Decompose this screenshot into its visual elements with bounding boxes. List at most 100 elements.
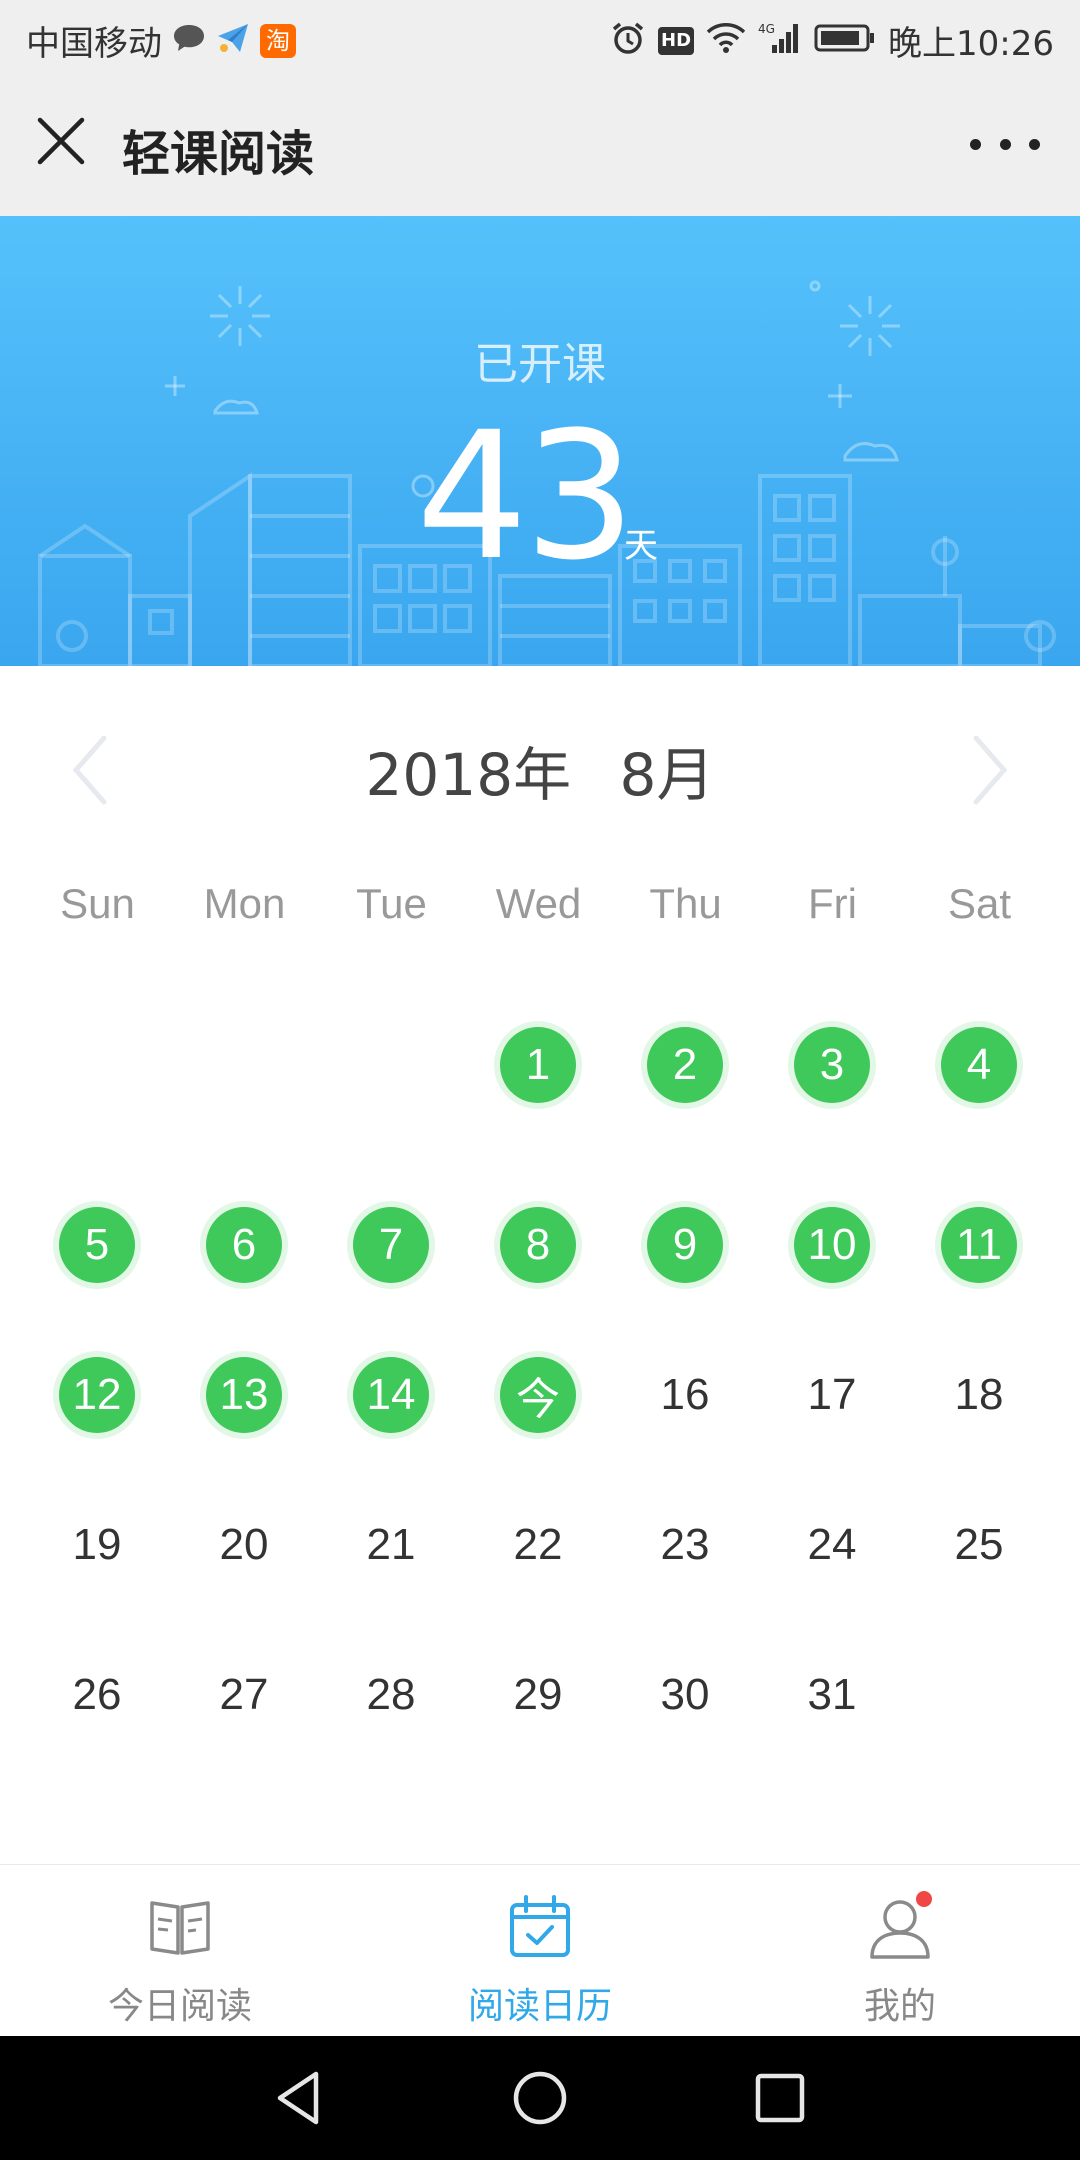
calendar-day-number: 27 [219, 1670, 269, 1719]
calendar-day-number: 16 [660, 1370, 710, 1419]
calendar-day-number: 5 [84, 1220, 110, 1269]
status-bar: 中国移动 淘 HD 4G 晚上10:26 [0, 0, 1080, 74]
tab-mine-label: 我的 [863, 1986, 936, 2027]
weekday-fri: Fri [808, 880, 857, 927]
calendar-day-number: 31 [807, 1670, 857, 1719]
calendar-day-number: 6 [231, 1220, 257, 1269]
calendar-day-number: 13 [219, 1370, 269, 1419]
system-recents-button[interactable] [748, 2066, 812, 2130]
system-back-button[interactable] [268, 2066, 332, 2130]
course-started-label: 已开课 [474, 339, 606, 390]
title-bar: 轻课阅读 [0, 74, 1080, 216]
calendar-day[interactable]: 28 [341, 1645, 441, 1745]
weekday-sat: Sat [947, 880, 1012, 927]
calendar-day[interactable]: 4 [929, 1015, 1029, 1115]
notification-dot [916, 1891, 932, 1907]
recents-icon [755, 2073, 805, 2123]
calendar-day[interactable]: 26 [47, 1645, 147, 1745]
more-dot-icon [970, 138, 981, 150]
tab-mine[interactable]: 我的 [720, 1865, 1080, 2037]
wifi-icon [706, 22, 746, 59]
system-navigation-bar [0, 2036, 1080, 2160]
calendar-day-number: 29 [513, 1670, 563, 1719]
tab-today-reading-label: 今日阅读 [107, 1986, 252, 2027]
calendar-day[interactable]: 5 [47, 1195, 147, 1295]
calendar-day[interactable]: 31 [782, 1645, 882, 1745]
calendar-day[interactable]: 30 [635, 1645, 735, 1745]
course-days-count: 43 [416, 394, 636, 599]
open-book-icon [150, 1901, 210, 1955]
calendar-day[interactable]: 20 [194, 1495, 294, 1595]
tab-today-reading[interactable]: 今日阅读 [0, 1865, 360, 2037]
calendar-day-number: 7 [378, 1220, 404, 1269]
calendar-day[interactable]: 25 [929, 1495, 1029, 1595]
calendar-day-number: 2 [672, 1040, 698, 1089]
svg-text:4G: 4G [758, 22, 775, 36]
next-month-button[interactable] [960, 730, 1020, 810]
system-home-button[interactable] [508, 2066, 572, 2130]
calendar-day[interactable]: 14 [341, 1345, 441, 1445]
calendar-day-number: 22 [513, 1520, 563, 1569]
hd-call-badge: HD [658, 26, 695, 55]
calendar-day-number: 14 [366, 1370, 416, 1419]
calendar-day[interactable]: 21 [341, 1495, 441, 1595]
battery-icon [814, 23, 876, 58]
close-icon [37, 117, 85, 165]
bottom-tab-bar: 今日阅读 阅读日历 我的 [0, 1864, 1080, 2036]
month-title: 2018年 8月 [365, 741, 715, 809]
calendar-day[interactable]: 6 [194, 1195, 294, 1295]
weekday-wed: Wed [495, 880, 582, 927]
calendar-day-number: 24 [807, 1520, 857, 1569]
calendar-day-number: 25 [954, 1520, 1004, 1569]
calendar-day[interactable]: 19 [47, 1495, 147, 1595]
calendar-day[interactable]: 22 [488, 1495, 588, 1595]
calendar-day[interactable]: 8 [488, 1195, 588, 1295]
calendar-day[interactable]: 9 [635, 1195, 735, 1295]
more-dot-icon [999, 138, 1011, 150]
calendar-day-number: 18 [954, 1370, 1004, 1419]
calendar-day-number: 23 [660, 1520, 710, 1569]
carrier-name: 中国移动 [26, 24, 162, 64]
calendar-day[interactable]: 24 [782, 1495, 882, 1595]
calendar-day-number: 1 [525, 1040, 551, 1089]
status-left: 中国移动 淘 [26, 16, 296, 65]
calendar-day-number: 30 [660, 1670, 710, 1719]
calendar-day[interactable]: 2 [635, 1015, 735, 1115]
calendar-day[interactable]: 10 [782, 1195, 882, 1295]
calendar-day-number: 28 [366, 1670, 416, 1719]
calendar-day-number: 12 [72, 1370, 122, 1419]
calendar-day[interactable]: 3 [782, 1015, 882, 1115]
alarm-clock-icon [610, 20, 646, 61]
calendar-day[interactable]: 16 [635, 1345, 735, 1445]
weekday-mon: Mon [203, 880, 286, 927]
calendar-day[interactable]: 17 [782, 1345, 882, 1445]
calendar-day-number: 19 [72, 1520, 122, 1569]
calendar-day[interactable]: 13 [194, 1345, 294, 1445]
tab-reading-calendar[interactable]: 阅读日历 [360, 1865, 720, 2037]
calendar-day-number: 9 [672, 1220, 698, 1269]
calendar-day[interactable]: 18 [929, 1345, 1029, 1445]
more-options-button[interactable] [970, 126, 1040, 162]
calendar-day-number: 8 [525, 1220, 551, 1269]
tab-reading-calendar-label: 阅读日历 [467, 1986, 612, 2027]
calendar-day-number: 3 [819, 1040, 845, 1089]
calendar-day[interactable]: 23 [635, 1495, 735, 1595]
calendar-day[interactable]: 27 [194, 1645, 294, 1745]
calendar-day-number: 21 [366, 1520, 416, 1569]
calendar-day[interactable]: 7 [341, 1195, 441, 1295]
course-days-unit: 天 [624, 526, 658, 566]
weekday-sun: Sun [60, 880, 135, 927]
calendar-day-today[interactable]: 今 [488, 1345, 588, 1445]
chevron-right-icon [973, 735, 1008, 805]
chat-bubble-icon [172, 23, 206, 58]
page-title: 轻课阅读 [122, 126, 315, 182]
calendar-day[interactable]: 11 [929, 1195, 1029, 1295]
back-icon [277, 2071, 319, 2125]
calendar-day-number: 20 [219, 1520, 269, 1569]
more-dot-icon [1029, 138, 1040, 150]
calendar-day[interactable]: 1 [488, 1015, 588, 1115]
calendar-day[interactable]: 29 [488, 1645, 588, 1745]
close-button[interactable] [34, 114, 88, 168]
calendar-day-number: 11 [956, 1220, 1002, 1269]
calendar-day[interactable]: 12 [47, 1345, 147, 1445]
